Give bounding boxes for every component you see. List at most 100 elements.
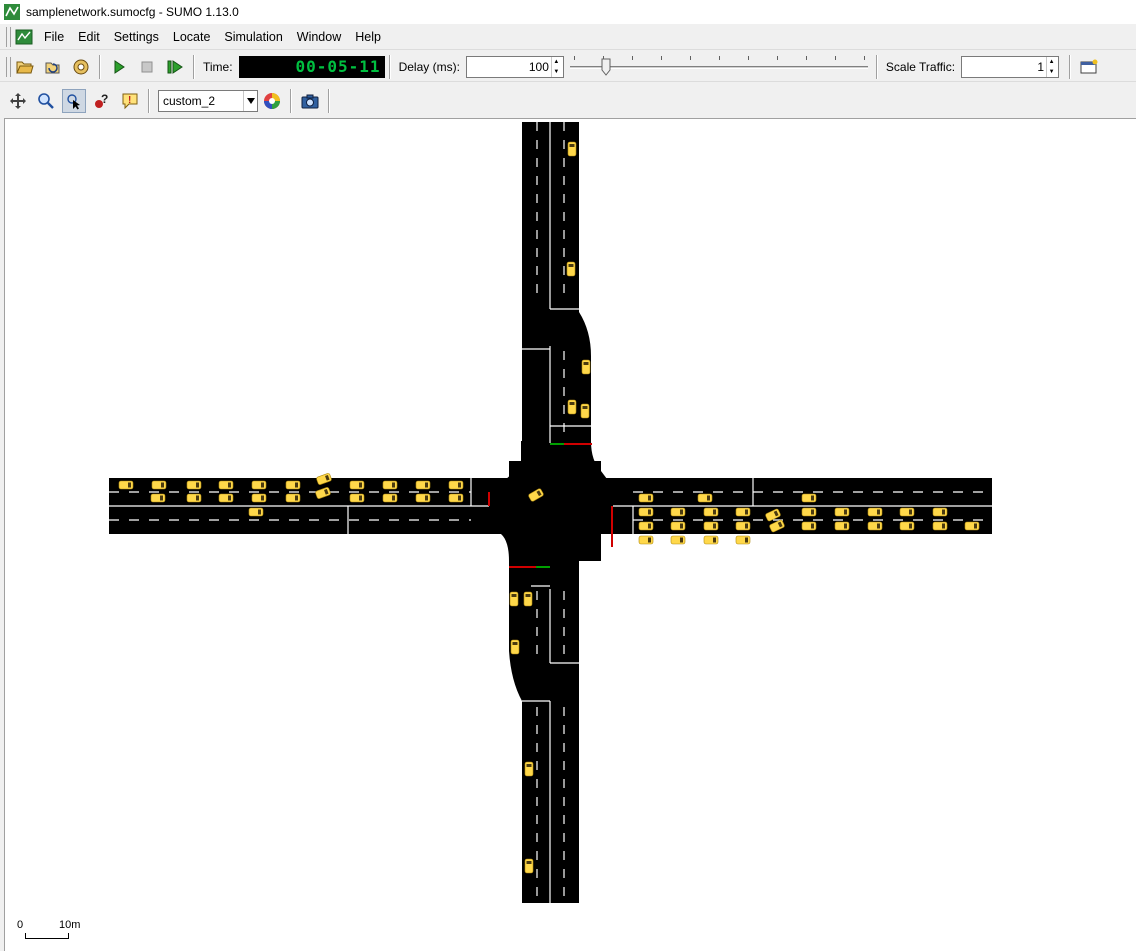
vehicle[interactable] — [448, 480, 464, 490]
vehicle[interactable] — [567, 399, 577, 415]
vehicle[interactable] — [899, 521, 915, 531]
zoom-button[interactable] — [34, 89, 58, 113]
vehicle[interactable] — [510, 639, 520, 655]
menu-simulation[interactable]: Simulation — [217, 30, 289, 44]
vehicle[interactable] — [566, 261, 576, 277]
vehicle[interactable] — [735, 521, 751, 531]
step-button[interactable] — [163, 55, 187, 79]
vehicle[interactable] — [186, 493, 202, 503]
vehicle[interactable] — [524, 761, 534, 777]
slider-tick — [718, 55, 720, 60]
menu-file[interactable]: File — [37, 30, 71, 44]
vehicle[interactable] — [581, 359, 591, 375]
vehicle[interactable] — [703, 507, 719, 517]
vehicle[interactable] — [349, 480, 365, 490]
vehicle[interactable] — [932, 521, 948, 531]
query-button[interactable]: ? — [90, 89, 114, 113]
edit-coloring-button[interactable] — [260, 89, 284, 113]
toolbar-grip[interactable] — [6, 56, 11, 77]
spin-down-icon[interactable]: ▼ — [1047, 67, 1056, 77]
vehicle[interactable] — [899, 507, 915, 517]
spin-up-icon[interactable]: ▲ — [1047, 57, 1056, 67]
vehicle[interactable] — [150, 493, 166, 503]
reload-button[interactable] — [41, 55, 65, 79]
vehicle[interactable] — [638, 507, 654, 517]
vehicle[interactable] — [801, 521, 817, 531]
vehicle[interactable] — [285, 480, 301, 490]
spin-down-icon[interactable]: ▼ — [552, 67, 561, 77]
delay-spinner-arrows[interactable]: ▲ ▼ — [550, 56, 561, 77]
vehicle[interactable] — [509, 591, 519, 607]
vehicle[interactable] — [251, 493, 267, 503]
new-view-button[interactable] — [1077, 55, 1101, 79]
spin-up-icon[interactable]: ▲ — [552, 57, 561, 67]
vehicle[interactable] — [638, 535, 654, 545]
delay-slider[interactable] — [569, 55, 868, 78]
vehicle[interactable] — [523, 591, 533, 607]
menu-help[interactable]: Help — [348, 30, 388, 44]
simulation-view[interactable]: 0 10m — [4, 118, 1136, 951]
scale-traffic-input[interactable] — [962, 56, 1047, 77]
recenter-button[interactable] — [6, 89, 30, 113]
scale-traffic-spinner[interactable]: ▲ ▼ — [961, 55, 1060, 78]
run-button[interactable] — [107, 55, 131, 79]
toolbar-separator — [290, 89, 292, 113]
vehicle[interactable] — [151, 480, 167, 490]
vehicle[interactable] — [735, 507, 751, 517]
vehicle[interactable] — [118, 480, 134, 490]
vehicle[interactable] — [670, 535, 686, 545]
vehicle[interactable] — [251, 480, 267, 490]
vehicle[interactable] — [382, 493, 398, 503]
menubar-grip[interactable] — [6, 26, 11, 47]
select-button[interactable] — [62, 89, 86, 113]
vehicle[interactable] — [524, 858, 534, 874]
vehicle[interactable] — [801, 493, 817, 503]
chevron-down-icon[interactable] — [243, 91, 257, 111]
vehicle[interactable] — [285, 493, 301, 503]
vehicle[interactable] — [670, 521, 686, 531]
stop-button[interactable] — [135, 55, 159, 79]
vehicle[interactable] — [834, 521, 850, 531]
vehicle[interactable] — [834, 507, 850, 517]
network-button[interactable] — [69, 55, 93, 79]
tooltip-button[interactable]: ! — [118, 89, 142, 113]
vehicle[interactable] — [218, 493, 234, 503]
vehicle[interactable] — [415, 480, 431, 490]
open-button[interactable] — [13, 55, 37, 79]
vehicle[interactable] — [697, 493, 713, 503]
vehicle[interactable] — [964, 521, 980, 531]
sumo-document-icon[interactable] — [15, 29, 33, 45]
vehicle[interactable] — [867, 521, 883, 531]
scale-bar-line — [25, 933, 69, 939]
vehicle[interactable] — [670, 507, 686, 517]
vehicle[interactable] — [638, 521, 654, 531]
vehicle[interactable] — [703, 521, 719, 531]
delay-spinner[interactable]: ▲ ▼ — [465, 55, 564, 78]
vehicle[interactable] — [703, 535, 719, 545]
vehicle[interactable] — [580, 403, 590, 419]
delay-input[interactable] — [466, 56, 551, 77]
vehicle[interactable] — [382, 480, 398, 490]
vehicle[interactable] — [801, 507, 817, 517]
vehicle[interactable] — [735, 535, 751, 545]
scale-spinner-arrows[interactable]: ▲ ▼ — [1046, 56, 1056, 77]
road-network[interactable] — [5, 119, 1135, 950]
vehicle[interactable] — [349, 493, 365, 503]
menu-bar: File Edit Settings Locate Simulation Win… — [0, 24, 1136, 50]
vehicle[interactable] — [638, 493, 654, 503]
vehicle[interactable] — [932, 507, 948, 517]
vehicle[interactable] — [448, 493, 464, 503]
menu-window[interactable]: Window — [290, 30, 348, 44]
vehicle[interactable] — [567, 141, 577, 157]
slider-thumb[interactable] — [601, 58, 611, 76]
vehicle[interactable] — [186, 480, 202, 490]
vehicle[interactable] — [415, 493, 431, 503]
menu-settings[interactable]: Settings — [107, 30, 166, 44]
vehicle[interactable] — [248, 507, 264, 517]
menu-edit[interactable]: Edit — [71, 30, 107, 44]
vehicle[interactable] — [218, 480, 234, 490]
colour-scheme-select[interactable]: custom_2 — [158, 90, 258, 112]
vehicle[interactable] — [867, 507, 883, 517]
screenshot-button[interactable] — [298, 89, 322, 113]
menu-locate[interactable]: Locate — [166, 30, 218, 44]
